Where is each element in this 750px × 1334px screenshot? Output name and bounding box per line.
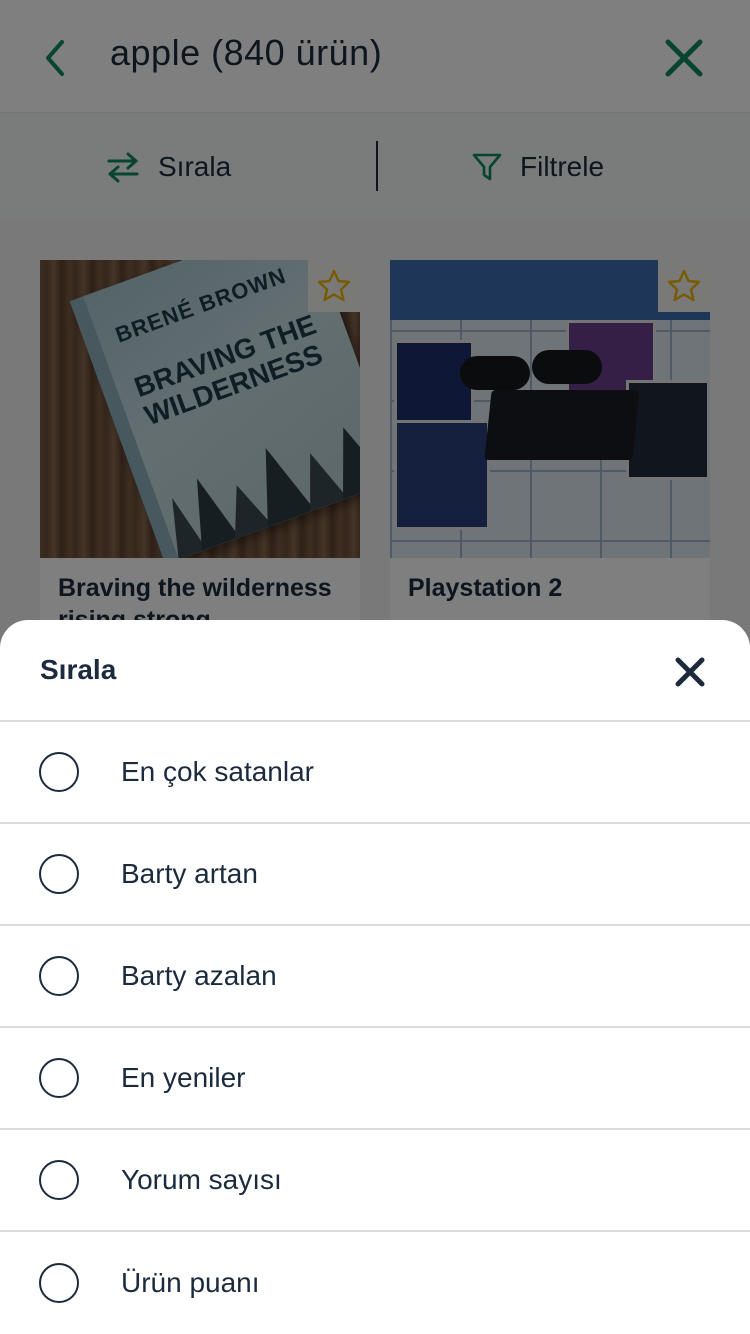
sort-option-price-descending[interactable]: Barty azalan [0, 926, 750, 1028]
close-icon [675, 657, 705, 687]
sort-option-label: Barty azalan [121, 960, 277, 991]
radio-button[interactable] [39, 1263, 79, 1303]
sort-option-product-rating[interactable]: Ürün puanı [0, 1232, 750, 1334]
sort-option-label: Yorum sayısı [121, 1164, 282, 1195]
radio-button[interactable] [39, 854, 79, 894]
radio-button[interactable] [39, 1058, 79, 1098]
sort-option-label: Ürün puanı [121, 1267, 260, 1298]
sort-option-price-ascending[interactable]: Barty artan [0, 824, 750, 926]
radio-button[interactable] [39, 1160, 79, 1200]
sort-option-label: Barty artan [121, 858, 258, 889]
sort-option-review-count[interactable]: Yorum sayısı [0, 1130, 750, 1232]
sort-option-newest[interactable]: En yeniler [0, 1028, 750, 1130]
sort-bottom-sheet: Sırala En çok satanlar Barty artan Barty… [0, 620, 750, 1334]
sort-option-best-sellers[interactable]: En çok satanlar [0, 722, 750, 824]
radio-button[interactable] [39, 956, 79, 996]
sheet-title: Sırala [40, 654, 117, 685]
sort-option-label: En çok satanlar [121, 756, 314, 787]
sort-option-label: En yeniler [121, 1062, 246, 1093]
close-sheet-button[interactable] [668, 650, 712, 694]
radio-button[interactable] [39, 752, 79, 792]
sheet-header: Sırala [0, 620, 750, 722]
